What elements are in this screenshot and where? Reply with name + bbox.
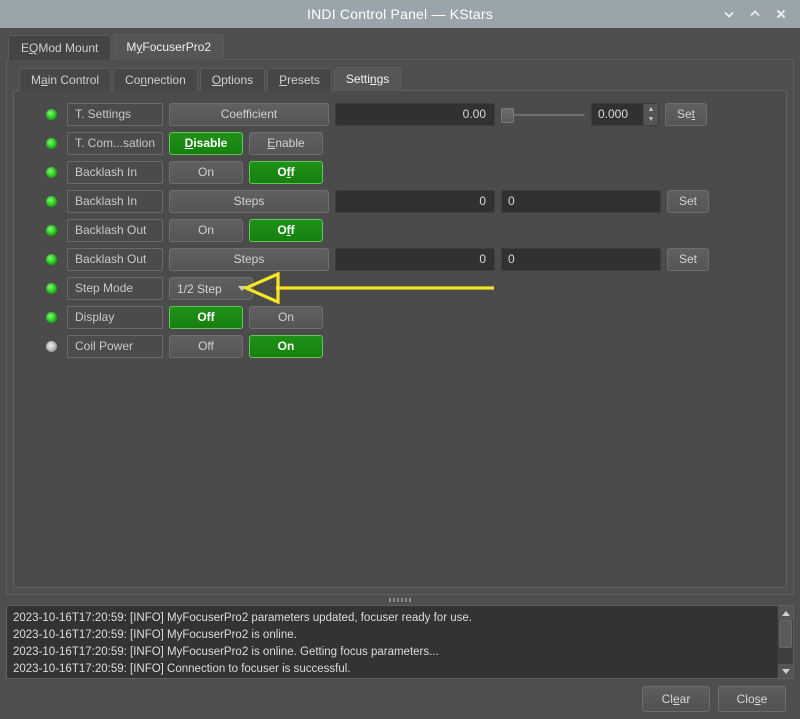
property-name-button[interactable]: Coefficient [169,103,329,126]
toggle-option-right[interactable]: On [249,306,323,329]
toggle-option-right[interactable]: On [249,335,323,358]
toggle-option-right[interactable]: Off [249,161,323,184]
spinbox-value[interactable]: 0.000 [592,104,643,125]
spinbox-steppers[interactable]: ▲ ▼ [643,104,658,125]
value-input[interactable]: 0 [501,190,661,213]
toggle-option-left[interactable]: On [169,161,243,184]
readonly-value-field: 0.00 [335,103,495,126]
set-button[interactable]: Set [667,248,709,271]
minimize-button[interactable] [722,7,736,21]
status-led-idle [46,341,57,352]
window-body: EQMod Mount MyFocuserPro2 Main Control C… [0,28,800,719]
maximize-button[interactable] [748,7,762,21]
property-row: Display Off On [22,306,778,329]
spinbox-up-icon[interactable]: ▲ [644,104,658,115]
property-label: T. Com...sation [67,132,163,155]
window-titlebar[interactable]: INDI Control Panel — KStars [0,0,800,28]
window-title: INDI Control Panel — KStars [307,6,493,22]
property-label: T. Settings [67,103,163,126]
property-label: Backlash In [67,161,163,184]
property-label: Backlash Out [67,219,163,242]
window-controls [722,0,794,28]
tab-connection[interactable]: Connection [113,68,198,91]
close-button[interactable] [774,7,788,21]
log-scrollbar[interactable] [777,606,793,678]
settings-pane: T. Settings Coefficient 0.00 0.000 ▲ ▼ Set T. C… [13,90,787,588]
property-row: Backlash Out Steps 0 0 Set [22,248,778,271]
property-row: Backlash Out On Off [22,219,778,242]
scroll-up-icon[interactable] [778,606,793,620]
log-line: 2023-10-16T17:20:59: [INFO] MyFocuserPro… [13,612,472,624]
slider-groove [511,113,585,116]
tab-options[interactable]: Options [199,68,266,91]
property-tabbar: Main Control Connection Options Presets … [19,66,787,91]
toggle-option-right[interactable]: Enable [249,132,323,155]
tab-main-control[interactable]: Main Control [19,68,112,91]
device-panel: Main Control Connection Options Presets … [6,59,794,595]
readonly-value-field: 0 [335,248,495,271]
scrollbar-thumb[interactable] [779,620,792,648]
log-panel: 2023-10-16T17:20:59: [INFO] MyFocuserPro… [6,605,794,679]
property-label: Coil Power [67,335,163,358]
tab-presets[interactable]: Presets [267,68,332,91]
value-spinbox[interactable]: 0.000 ▲ ▼ [591,103,659,126]
scrollbar-track[interactable] [778,620,793,664]
spinbox-down-icon[interactable]: ▼ [644,115,658,126]
toggle-option-left[interactable]: Disable [169,132,243,155]
property-name-button[interactable]: Steps [169,190,329,213]
property-row: T. Com...sation Disable Enable [22,132,778,155]
clear-button[interactable]: Clear [642,686,710,712]
status-led-ok [46,138,57,149]
set-button[interactable]: Set [665,103,707,126]
log-line: 2023-10-16T17:20:59: [INFO] MyFocuserPro… [13,629,297,641]
panel-splitter[interactable] [6,595,794,605]
readonly-value-field: 0 [335,190,495,213]
toggle-option-left[interactable]: On [169,219,243,242]
property-row: Backlash In On Off [22,161,778,184]
toggle-option-left[interactable]: Off [169,335,243,358]
status-led-ok [46,167,57,178]
log-lines[interactable]: 2023-10-16T17:20:59: [INFO] MyFocuserPro… [7,606,777,678]
property-label: Display [67,306,163,329]
value-slider[interactable] [501,103,585,126]
property-name-button[interactable]: Steps [169,248,329,271]
status-led-ok [46,225,57,236]
log-line: 2023-10-16T17:20:59: [INFO] Connection t… [13,663,351,675]
set-button[interactable]: Set [667,190,709,213]
chevron-down-icon [238,286,246,291]
status-led-ok [46,312,57,323]
combo-selected-value: 1/2 Step [177,281,222,296]
property-label: Step Mode [67,277,163,300]
property-label: Backlash In [67,190,163,213]
log-line: 2023-10-16T17:20:59: [INFO] MyFocuserPro… [13,646,439,658]
toggle-option-right[interactable]: Off [249,219,323,242]
status-led-ok [46,254,57,265]
property-row: T. Settings Coefficient 0.00 0.000 ▲ ▼ Set [22,103,778,126]
property-row: Coil Power Off On [22,335,778,358]
tab-settings[interactable]: Settings [333,67,402,91]
scroll-down-icon[interactable] [778,664,793,678]
value-input[interactable]: 0 [501,248,661,271]
dialog-button-bar: Clear Close [6,679,794,719]
device-tab-myfocuserpro2[interactable]: MyFocuserPro2 [113,34,225,60]
close-dialog-button[interactable]: Close [718,686,786,712]
step-mode-combo[interactable]: 1/2 Step [169,277,253,300]
slider-handle[interactable] [501,108,514,123]
property-row: Backlash In Steps 0 0 Set [22,190,778,213]
device-tab-eqmod-mount[interactable]: EQMod Mount [8,35,112,60]
toggle-option-left[interactable]: Off [169,306,243,329]
property-label: Backlash Out [67,248,163,271]
status-led-ok [46,283,57,294]
status-led-ok [46,196,57,207]
device-tabbar: EQMod Mount MyFocuserPro2 [8,34,794,60]
status-led-ok [46,109,57,120]
settings-rows: T. Settings Coefficient 0.00 0.000 ▲ ▼ Set T. C… [22,103,778,358]
property-row: Step Mode 1/2 Step [22,277,778,300]
